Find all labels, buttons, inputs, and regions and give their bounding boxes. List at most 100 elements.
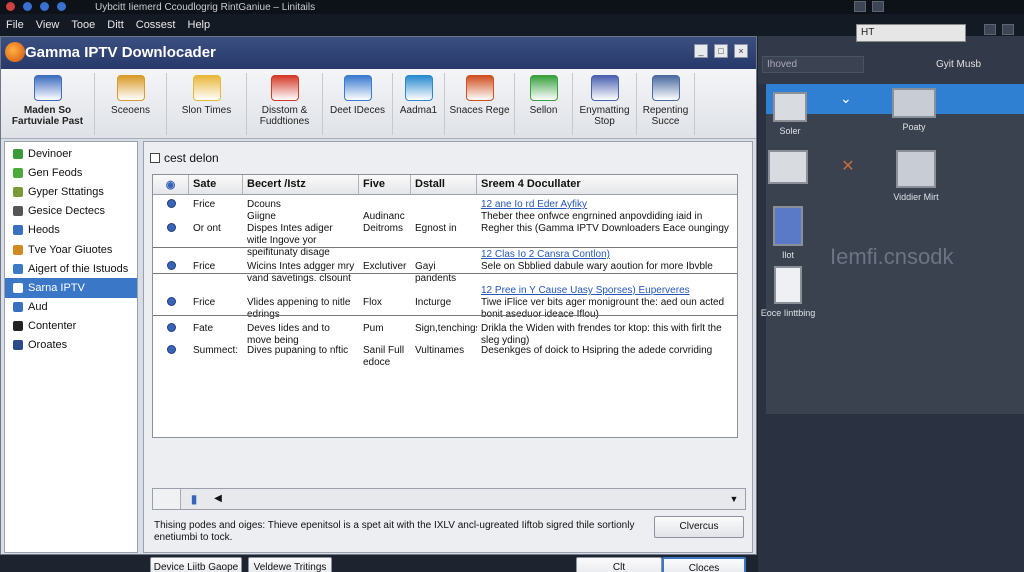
outer-window-dots bbox=[6, 2, 66, 11]
laptop-icon bbox=[892, 88, 936, 118]
background-item-soler[interactable]: Soler bbox=[766, 92, 814, 136]
monitor-icon bbox=[768, 150, 808, 184]
table-cell: Audinanc bbox=[363, 211, 405, 222]
table-cell bbox=[411, 285, 477, 297]
device-button[interactable]: Device Liitb Gaope bbox=[150, 557, 242, 572]
table-cell[interactable]: 12 Clas Io 2 Cansra Contlon) bbox=[477, 249, 737, 261]
table-cell: Sanil Full edoce bbox=[363, 345, 405, 368]
maximize-icon[interactable]: □ bbox=[714, 44, 728, 58]
menu-edit[interactable]: Ditt bbox=[101, 19, 130, 31]
sort-icon[interactable]: ◉ bbox=[153, 175, 189, 194]
toolbar-button-label: Enymatting Stop bbox=[579, 105, 630, 127]
sidebar-item-icon bbox=[13, 340, 23, 351]
sidebar-item[interactable]: Devinoer bbox=[5, 144, 137, 163]
sidebar-item[interactable]: Oroates bbox=[5, 336, 137, 355]
close-icon[interactable] bbox=[1002, 24, 1014, 35]
row-status-cell bbox=[153, 211, 189, 223]
table-cell[interactable]: 12 Pree in Y Cause Uasy Sporses) Euperve… bbox=[477, 285, 737, 297]
info-dot-icon[interactable] bbox=[57, 2, 66, 11]
maximize-icon[interactable] bbox=[872, 1, 884, 12]
toolbar-button[interactable]: Snaces Rege bbox=[445, 73, 515, 135]
sidebar-item[interactable]: Gyper Sttatings bbox=[5, 182, 137, 201]
settings-button[interactable]: Veldewe Tritings bbox=[248, 557, 332, 572]
column-header[interactable]: Dstall bbox=[411, 175, 477, 194]
toolbar-button[interactable]: Sellon bbox=[515, 73, 573, 135]
table-row[interactable]: Giigne Audinanc Theber thee onfwce engrnin… bbox=[153, 211, 737, 223]
scroll-down-arrow-icon[interactable]: ▼ bbox=[727, 489, 741, 509]
sidebar-item-label: Aigert of thie Istuods bbox=[28, 262, 129, 275]
row-status-cell bbox=[153, 285, 189, 297]
toolbar-button[interactable]: Maden So Fartuviale Past bbox=[1, 73, 95, 135]
watermark: Iemfi.cnsodk bbox=[830, 244, 954, 269]
toolbar-button[interactable]: Enymatting Stop bbox=[573, 73, 637, 135]
info-dot-icon[interactable] bbox=[23, 2, 32, 11]
sidebar-item-icon bbox=[13, 263, 23, 274]
background-link[interactable]: Gyit Musb bbox=[936, 59, 981, 70]
table-cell: Sign,tenchings bbox=[415, 323, 477, 334]
sidebar-item[interactable]: Contenter bbox=[5, 317, 137, 336]
sidebar-item[interactable]: Gen Feods bbox=[5, 163, 137, 182]
background-item-label: Eoce Iinttbing bbox=[760, 308, 816, 318]
background-select[interactable]: HT bbox=[856, 24, 966, 42]
table-row[interactable]: 12 Pree in Y Cause Uasy Sporses) Euperve… bbox=[153, 285, 737, 297]
media-icon bbox=[404, 75, 433, 101]
heading-icon bbox=[150, 153, 160, 163]
menu-help[interactable]: Help bbox=[182, 19, 217, 31]
background-item-monitor[interactable] bbox=[764, 150, 812, 188]
toolbar-button[interactable]: Sceoens bbox=[95, 73, 167, 135]
table-row[interactable]: Fate Deves Iides and to move being Pum Sign… bbox=[153, 323, 737, 347]
sidebar-item[interactable]: Sarna IPTV bbox=[5, 278, 137, 298]
info-dot-icon[interactable] bbox=[40, 2, 49, 11]
row-status-cell bbox=[153, 297, 189, 321]
toolbar-button-label: Repenting Succe bbox=[642, 105, 689, 127]
close-icon[interactable]: × bbox=[734, 44, 748, 58]
background-search-input[interactable]: Ihoved bbox=[762, 56, 864, 73]
ok-button[interactable]: Clt bbox=[576, 557, 662, 572]
row-status-cell bbox=[153, 249, 189, 261]
scroll-left-button[interactable] bbox=[153, 489, 181, 509]
close-dot-icon[interactable] bbox=[6, 2, 15, 11]
horizontal-scrollbar[interactable]: ▮ ◀ ▼ bbox=[152, 488, 746, 510]
toolbar-button[interactable]: Deet IDeces bbox=[323, 73, 393, 135]
sidebar-item[interactable]: Gesice Dectecs bbox=[5, 202, 137, 221]
toolbar-button[interactable]: Disstom & Fuddtiones bbox=[247, 73, 323, 135]
background-item-eoce[interactable]: Eoce Iinttbing bbox=[758, 266, 818, 318]
restore-icon[interactable] bbox=[984, 24, 996, 35]
background-item-viddier[interactable]: Viddier Mirt bbox=[888, 150, 944, 202]
close-button[interactable]: Cloces bbox=[662, 557, 746, 572]
scroll-left-arrow-icon[interactable]: ◀ bbox=[207, 489, 229, 509]
toolbar-button[interactable]: Repenting Succe bbox=[637, 73, 695, 135]
background-item-label: Viddier Mirt bbox=[893, 192, 939, 202]
toolbar-button[interactable]: Slon Times bbox=[167, 73, 247, 135]
table-cell: Frice bbox=[193, 297, 216, 308]
column-header[interactable]: Sreem 4 Docullater bbox=[477, 175, 737, 194]
sidebar-item[interactable]: Heods bbox=[5, 221, 137, 240]
sidebar-item[interactable]: Aigert of thie Istuods bbox=[5, 259, 137, 278]
table-row[interactable]: 12 Clas Io 2 Cansra Contlon) bbox=[153, 249, 737, 261]
toolbar-button-label: Disstom & Fuddtiones bbox=[259, 105, 310, 127]
chevron-down-icon[interactable]: ⌄ bbox=[840, 90, 852, 107]
column-header[interactable]: Sate bbox=[189, 175, 243, 194]
menu-view[interactable]: View bbox=[30, 19, 66, 31]
menu-file[interactable]: File bbox=[0, 19, 30, 31]
sidebar-item[interactable]: Aud bbox=[5, 298, 137, 317]
background-item-poaty[interactable]: Poaty bbox=[888, 88, 940, 132]
sidebar-item[interactable]: Tve Yoar Giuotes bbox=[5, 240, 137, 259]
background-item-ilot[interactable]: Ilot bbox=[768, 206, 808, 260]
menu-connect[interactable]: Cossest bbox=[130, 19, 182, 31]
sidebar-item-label: Aud bbox=[28, 301, 48, 314]
column-header[interactable]: Five bbox=[359, 175, 411, 194]
table-cell bbox=[359, 249, 411, 261]
minimize-icon[interactable]: _ bbox=[694, 44, 708, 58]
close-x-icon[interactable]: ✕ bbox=[838, 156, 858, 176]
table-row[interactable]: Frice Vlides appening to nitle edrings Flo… bbox=[153, 297, 737, 321]
table-cell bbox=[189, 285, 243, 297]
clear-button[interactable]: Clvercus bbox=[654, 516, 744, 538]
menu-tools[interactable]: Tooe bbox=[65, 19, 101, 31]
settings-icon bbox=[529, 75, 558, 101]
column-header[interactable]: Becert /Istz bbox=[243, 175, 359, 194]
toolbar-button[interactable]: Aadma1 bbox=[393, 73, 445, 135]
minimize-icon[interactable] bbox=[854, 1, 866, 12]
table-row[interactable]: Summect: Dives pupaning to nftic Sanil Ful… bbox=[153, 345, 737, 369]
pin-icon[interactable]: ▮ bbox=[183, 489, 205, 509]
